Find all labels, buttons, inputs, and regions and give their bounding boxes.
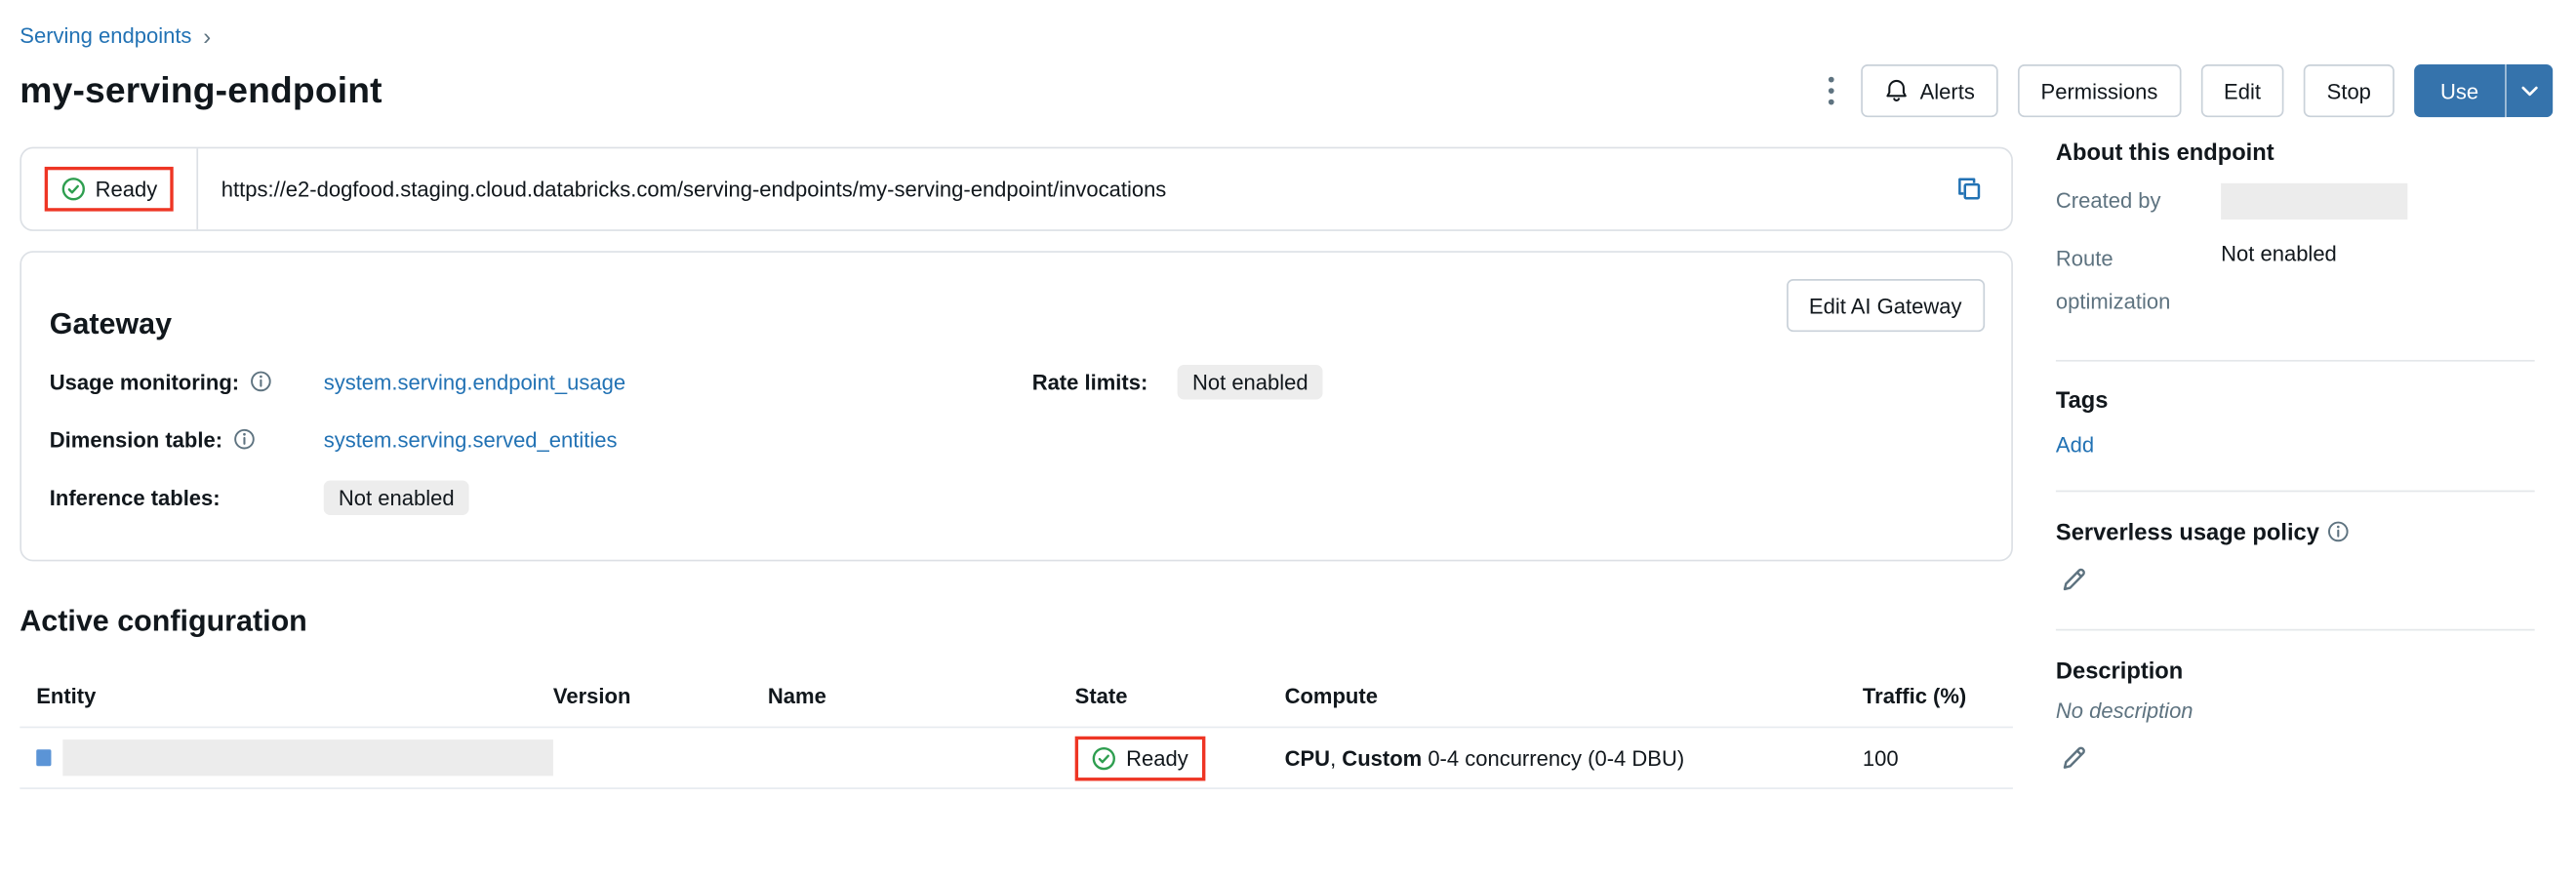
endpoint-invocation-url: https://e2-dogfood.staging.cloud.databri… bbox=[198, 177, 1935, 201]
copy-url-button[interactable] bbox=[1949, 172, 1990, 207]
sidebar-divider bbox=[2056, 360, 2535, 362]
about-endpoint-title: About this endpoint bbox=[2056, 139, 2535, 165]
column-header-state: State bbox=[1075, 684, 1285, 708]
edit-button[interactable]: Edit bbox=[2200, 64, 2283, 117]
compute-type: CPU bbox=[1285, 745, 1330, 770]
active-configuration-title: Active configuration bbox=[20, 604, 2013, 639]
compute-cell: CPU, Custom 0-4 concurrency (0-4 DBU) bbox=[1285, 745, 1863, 770]
dimension-table-label: Dimension table: bbox=[50, 426, 222, 451]
kebab-menu-button[interactable] bbox=[1821, 72, 1840, 108]
breadcrumb: Serving endpoints › bbox=[20, 23, 2553, 48]
description-placeholder: No description bbox=[2056, 698, 2535, 723]
status-annotation-box: Ready bbox=[44, 167, 174, 212]
chevron-down-icon bbox=[2521, 85, 2538, 97]
tags-title: Tags bbox=[2056, 386, 2535, 413]
rate-limits-value: Not enabled bbox=[1178, 364, 1323, 399]
use-button-label: Use bbox=[2440, 78, 2478, 102]
compute-size: Custom bbox=[1342, 745, 1422, 770]
compute-details: 0-4 concurrency (0-4 DBU) bbox=[1422, 745, 1684, 770]
column-header-version: Version bbox=[553, 684, 768, 708]
rate-limits-label: Rate limits: bbox=[1032, 369, 1148, 393]
breadcrumb-serving-endpoints-link[interactable]: Serving endpoints bbox=[20, 23, 191, 48]
sidebar-divider bbox=[2056, 629, 2535, 631]
stop-button[interactable]: Stop bbox=[2304, 64, 2395, 117]
inference-tables-label: Inference tables: bbox=[50, 485, 221, 509]
serving-endpoint-page: Serving endpoints › my-serving-endpoint … bbox=[0, 0, 2576, 878]
column-header-name: Name bbox=[768, 684, 1075, 708]
gateway-card: Edit AI Gateway Gateway Usage monitoring… bbox=[20, 251, 2013, 561]
edit-serverless-policy-button[interactable] bbox=[2056, 561, 2092, 597]
sidebar-divider bbox=[2056, 491, 2535, 493]
inference-tables-value: Not enabled bbox=[324, 480, 469, 515]
pencil-icon bbox=[2059, 743, 2088, 773]
active-configuration-table: Entity Version Name State Compute Traffi… bbox=[20, 684, 2013, 789]
column-header-compute: Compute bbox=[1285, 684, 1863, 708]
pencil-icon bbox=[2059, 565, 2088, 594]
use-dropdown-button[interactable] bbox=[2505, 64, 2553, 117]
dimension-table-link[interactable]: system.serving.served_entities bbox=[324, 426, 618, 451]
column-header-traffic: Traffic (%) bbox=[1863, 684, 2013, 708]
edit-button-label: Edit bbox=[2224, 78, 2261, 102]
about-sidebar: About this endpoint Created by Route opt… bbox=[2056, 119, 2535, 781]
edit-description-button[interactable] bbox=[2056, 739, 2092, 776]
gateway-title: Gateway bbox=[50, 307, 1984, 342]
check-circle-icon bbox=[1092, 745, 1116, 770]
alerts-button[interactable]: Alerts bbox=[1861, 64, 1998, 117]
usage-monitoring-label: Usage monitoring: bbox=[50, 369, 239, 393]
table-row[interactable]: Ready CPU, Custom 0-4 concurrency (0-4 D… bbox=[20, 728, 2013, 789]
entity-model-icon bbox=[36, 749, 51, 766]
header-actions: Alerts Permissions Edit Stop Use bbox=[1821, 64, 2553, 117]
permissions-button[interactable]: Permissions bbox=[2018, 64, 2181, 117]
add-tag-link[interactable]: Add bbox=[2056, 432, 2094, 457]
copy-icon bbox=[1955, 175, 1984, 203]
state-annotation-box: Ready bbox=[1075, 736, 1205, 780]
kebab-icon bbox=[1828, 76, 1834, 105]
entity-name-redacted bbox=[62, 739, 553, 776]
bell-icon bbox=[1883, 78, 1908, 104]
alerts-button-label: Alerts bbox=[1920, 78, 1975, 102]
column-header-entity: Entity bbox=[36, 684, 553, 708]
check-circle-icon bbox=[60, 177, 85, 201]
use-button[interactable]: Use bbox=[2414, 64, 2505, 117]
traffic-cell: 100 bbox=[1863, 745, 2013, 770]
info-icon[interactable] bbox=[232, 427, 256, 451]
description-title: Description bbox=[2056, 658, 2535, 684]
endpoint-status-bar: Ready https://e2-dogfood.staging.cloud.d… bbox=[20, 147, 2013, 231]
page-title: my-serving-endpoint bbox=[20, 69, 382, 112]
breadcrumb-chevron-icon: › bbox=[203, 24, 211, 48]
created-by-redacted bbox=[2221, 183, 2407, 220]
info-icon[interactable] bbox=[2326, 520, 2350, 543]
compute-separator: , bbox=[1330, 745, 1342, 770]
info-icon[interactable] bbox=[249, 370, 272, 393]
permissions-button-label: Permissions bbox=[2041, 78, 2158, 102]
created-by-label: Created by bbox=[2056, 183, 2221, 220]
served-entity-state: Ready bbox=[1126, 745, 1188, 770]
usage-monitoring-table-link[interactable]: system.serving.endpoint_usage bbox=[324, 369, 625, 393]
route-optimization-value: Not enabled bbox=[2221, 238, 2337, 324]
edit-ai-gateway-button[interactable]: Edit AI Gateway bbox=[1786, 279, 1985, 332]
route-optimization-label: Route optimization bbox=[2056, 238, 2201, 324]
endpoint-state-badge: Ready bbox=[96, 177, 158, 201]
use-split-button: Use bbox=[2414, 64, 2553, 117]
stop-button-label: Stop bbox=[2327, 78, 2371, 102]
edit-ai-gateway-label: Edit AI Gateway bbox=[1809, 293, 1962, 317]
serverless-usage-policy-title: Serverless usage policy bbox=[2056, 518, 2319, 544]
